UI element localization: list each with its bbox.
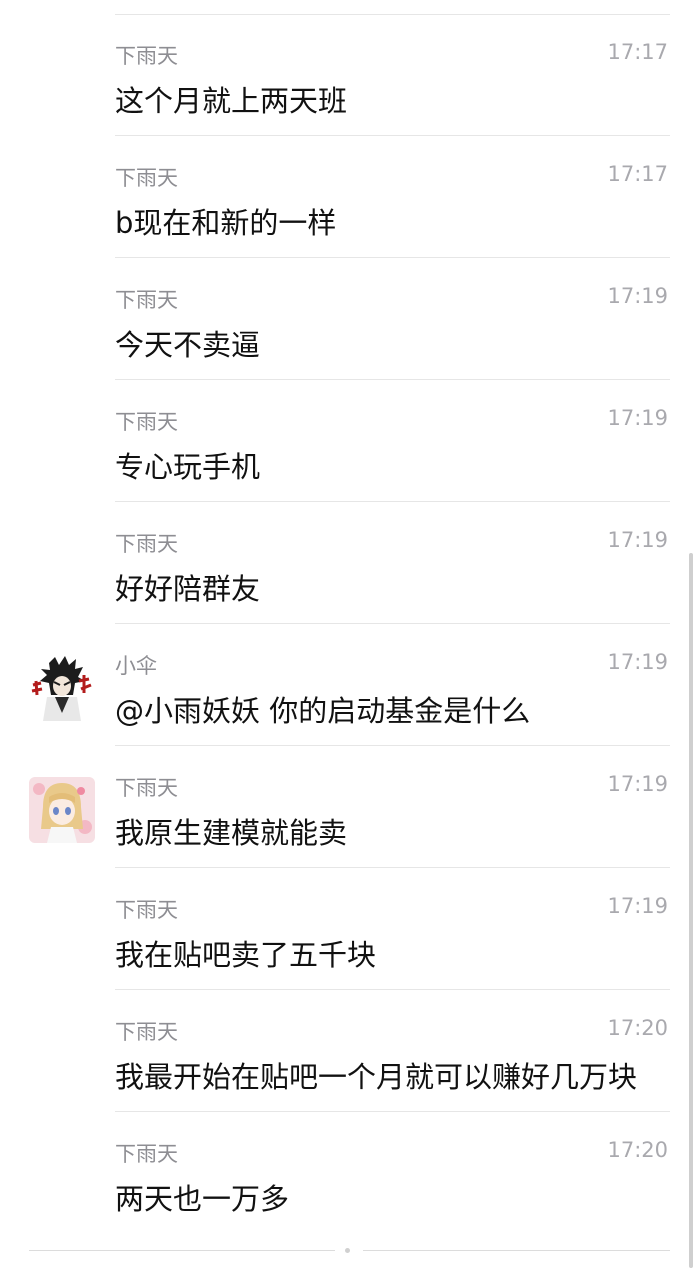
sender-name: 下雨天 <box>115 1020 178 1044</box>
sender-name: 下雨天 <box>115 776 178 800</box>
message-time: 17:20 <box>607 1016 668 1040</box>
message-text: 今天不卖逼 <box>115 328 261 362</box>
list-item[interactable]: 下雨天 17:17 这个月就上两天班 <box>0 15 699 136</box>
divider <box>115 745 670 746</box>
sender-name: 下雨天 <box>115 898 178 922</box>
list-item[interactable]: 下雨天 17:20 两天也一万多 <box>0 1113 699 1234</box>
list-item[interactable]: 下雨天 17:17 b现在和新的一样 <box>0 137 699 258</box>
chat-history-list: 下雨天 17:17 这个月就上两天班 下雨天 17:17 b现在和新的一样 下雨… <box>0 0 699 1280</box>
divider <box>115 257 670 258</box>
divider <box>115 135 670 136</box>
message-time: 17:19 <box>607 650 668 674</box>
message-time: 17:19 <box>607 406 668 430</box>
scrollbar[interactable] <box>689 553 693 1268</box>
anime-boy-avatar[interactable] <box>29 655 95 721</box>
divider <box>115 1111 670 1112</box>
sender-name: 下雨天 <box>115 44 178 68</box>
divider <box>115 379 670 380</box>
message-text: 好好陪群友 <box>115 572 261 606</box>
list-item[interactable]: 下雨天 17:19 好好陪群友 <box>0 503 699 624</box>
message-text: 我原生建模就能卖 <box>115 816 348 850</box>
list-item[interactable]: 下雨天 17:19 我原生建模就能卖 <box>0 747 699 868</box>
message-text: @小雨妖妖 你的启动基金是什么 <box>115 694 531 728</box>
message-time: 17:19 <box>607 284 668 308</box>
message-text: 专心玩手机 <box>115 450 261 484</box>
list-end-indicator <box>29 1248 670 1253</box>
list-item[interactable]: 下雨天 17:19 今天不卖逼 <box>0 259 699 380</box>
divider <box>115 867 670 868</box>
message-time: 17:19 <box>607 528 668 552</box>
anime-girl-avatar-image <box>29 777 95 843</box>
message-text: 我最开始在贴吧一个月就可以赚好几万块 <box>115 1060 638 1094</box>
end-line-right <box>363 1250 670 1251</box>
divider <box>115 501 670 502</box>
message-text: b现在和新的一样 <box>115 206 337 240</box>
sender-name: 下雨天 <box>115 166 178 190</box>
message-time: 17:17 <box>607 40 668 64</box>
message-time: 17:20 <box>607 1138 668 1162</box>
end-line-left <box>29 1250 335 1251</box>
end-dot <box>345 1248 350 1253</box>
list-item[interactable]: 下雨天 17:19 专心玩手机 <box>0 381 699 502</box>
message-time: 17:19 <box>607 772 668 796</box>
message-text: 我在贴吧卖了五千块 <box>115 938 377 972</box>
message-time: 17:19 <box>607 894 668 918</box>
anime-girl-avatar[interactable] <box>29 777 95 843</box>
list-item[interactable]: 下雨天 17:19 我在贴吧卖了五千块 <box>0 869 699 990</box>
list-item[interactable]: 下雨天 17:20 我最开始在贴吧一个月就可以赚好几万块 <box>0 991 699 1112</box>
message-time: 17:17 <box>607 162 668 186</box>
sender-name: 下雨天 <box>115 410 178 434</box>
message-text: 两天也一万多 <box>115 1182 290 1216</box>
message-text: 这个月就上两天班 <box>115 84 348 118</box>
sender-name: 下雨天 <box>115 288 178 312</box>
list-item[interactable]: 小伞 17:19 @小雨妖妖 你的启动基金是什么 <box>0 625 699 746</box>
sender-name: 小伞 <box>115 654 157 678</box>
divider <box>115 989 670 990</box>
anime-boy-avatar-image <box>29 655 95 721</box>
divider <box>115 623 670 624</box>
sender-name: 下雨天 <box>115 532 178 556</box>
sender-name: 下雨天 <box>115 1142 178 1166</box>
